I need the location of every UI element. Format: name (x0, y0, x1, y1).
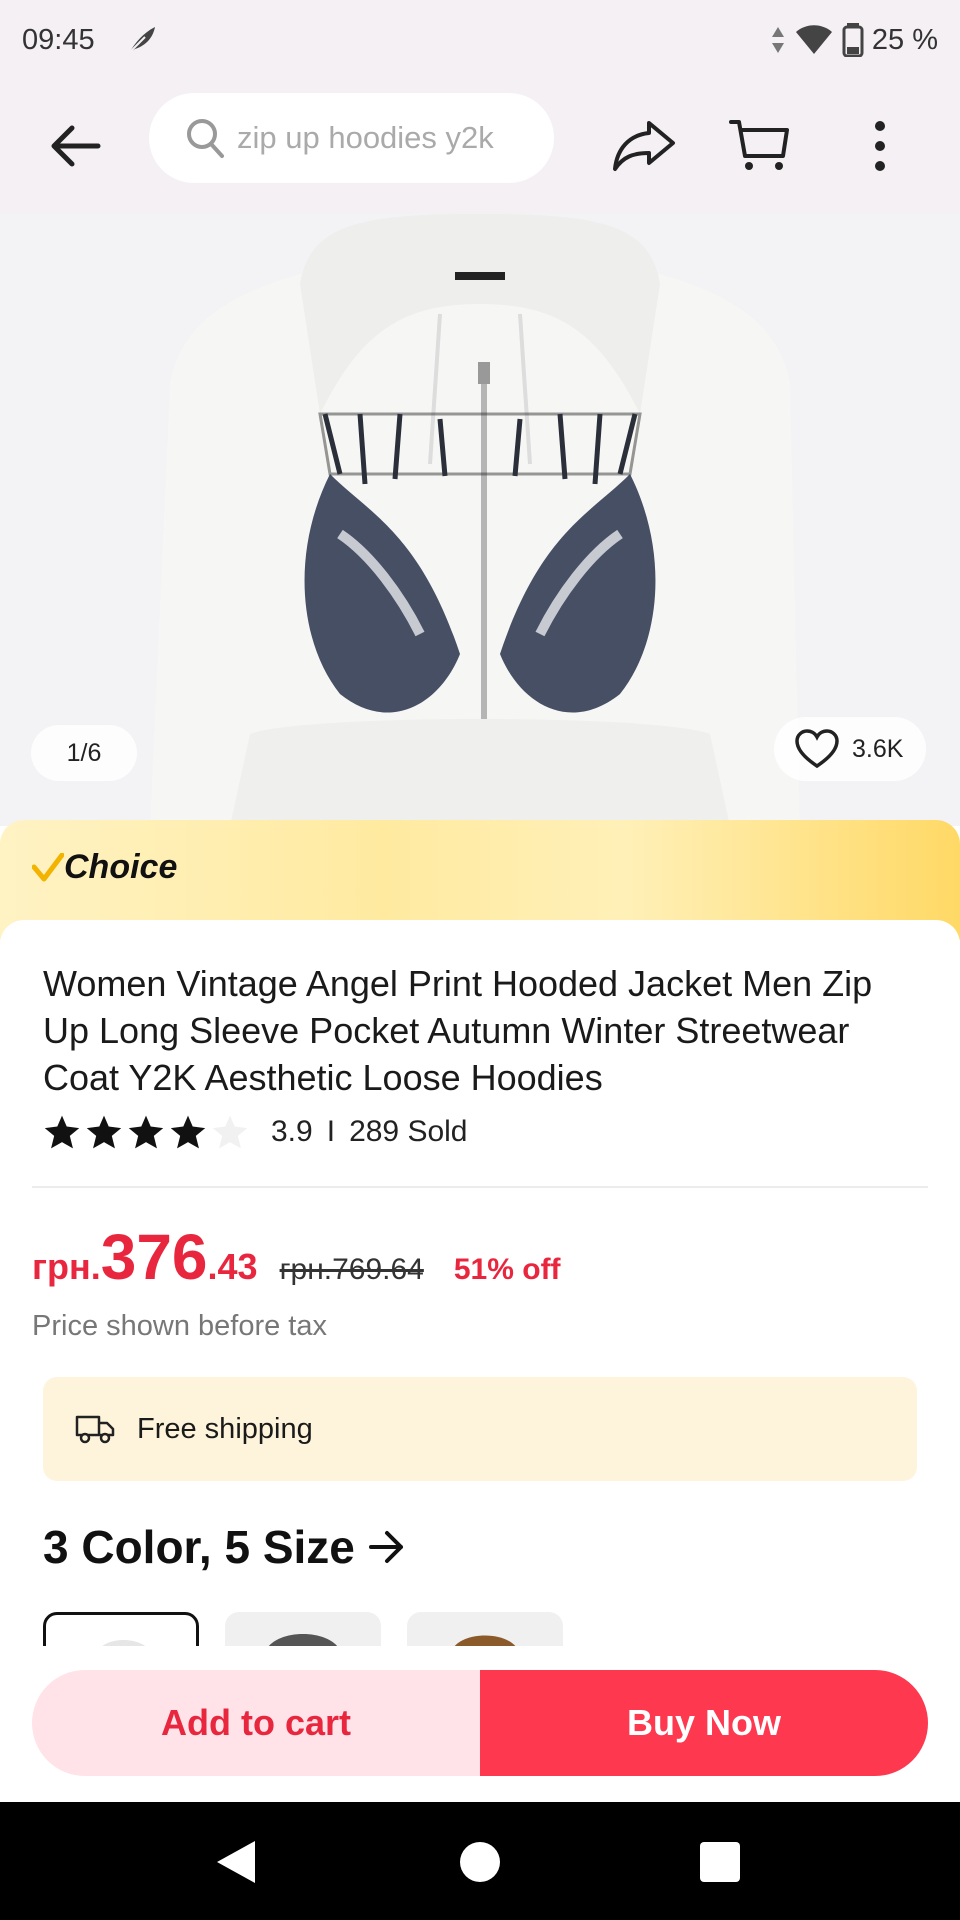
feather-icon (127, 27, 155, 54)
star-icon (44, 1115, 80, 1149)
add-to-cart-button[interactable]: Add to cart (32, 1670, 480, 1776)
checkmark-icon (32, 852, 64, 881)
price-currency: грн. (32, 1246, 101, 1287)
heart-icon (795, 729, 839, 769)
divider (32, 1186, 928, 1188)
star-icon (170, 1115, 206, 1149)
more-menu-button[interactable] (840, 106, 920, 186)
circle-home-icon (460, 1842, 500, 1882)
battery-level: 25 % (871, 23, 938, 56)
triangle-back-icon (217, 1841, 255, 1883)
image-counter: 1/6 (31, 725, 137, 781)
color-swatch-gray[interactable] (225, 1612, 381, 1650)
star-icon (128, 1115, 164, 1149)
product-title: Women Vintage Angel Print Hooded Jacket … (43, 963, 873, 1098)
back-arrow-icon (51, 125, 101, 167)
shipping-label: Free shipping (137, 1412, 313, 1445)
delivery-truck-icon (75, 1415, 115, 1444)
star-rating (43, 1114, 249, 1150)
system-nav-bar (0, 1802, 960, 1920)
color-swatches (43, 1612, 563, 1650)
data-arrows-icon (771, 27, 784, 53)
share-icon (613, 121, 675, 171)
color-swatch-white[interactable] (43, 1612, 199, 1650)
rating-row[interactable]: 3.9 I 289 Sold (43, 1114, 468, 1150)
color-swatch-brown[interactable] (407, 1612, 563, 1650)
search-input[interactable]: zip up hoodies y2k (149, 93, 554, 183)
purchase-actions: Add to cart Buy Now (0, 1646, 960, 1802)
arrow-right-icon (368, 1531, 403, 1563)
price-decimal: .43 (207, 1246, 258, 1287)
tax-note: Price shown before tax (32, 1310, 327, 1342)
star-empty-icon (212, 1115, 248, 1149)
battery-icon (842, 23, 864, 57)
product-details: Women Vintage Angel Print Hooded Jacket … (0, 920, 960, 1650)
buy-now-button[interactable]: Buy Now (480, 1670, 928, 1776)
clock: 09:45 (22, 23, 95, 56)
search-icon (187, 119, 224, 158)
rating-separator: I (326, 1115, 336, 1148)
share-button[interactable] (604, 106, 684, 186)
choice-label: Choice (64, 848, 178, 886)
star-icon (86, 1115, 122, 1149)
price-row: грн. 376 .43 грн.769.64 51% off (32, 1220, 561, 1294)
search-placeholder: zip up hoodies y2k (237, 120, 494, 155)
rating-value: 3.9 (271, 1115, 313, 1148)
nav-back-button[interactable] (200, 1826, 272, 1898)
wishlist-count: 3.6K (852, 734, 904, 763)
hoodie-thumbnail (452, 1635, 518, 1650)
wishlist-button[interactable]: 3.6K (774, 717, 926, 781)
hoodie-thumbnail (98, 1640, 150, 1650)
status-bar: 09:45 25 % (0, 0, 960, 80)
variant-summary: 3 Color, 5 Size (43, 1521, 355, 1573)
original-price: грн.769.64 (279, 1253, 424, 1286)
hoodie-thumbnail (266, 1634, 340, 1650)
nav-recents-button[interactable] (684, 1826, 756, 1898)
sold-count: 289 Sold (349, 1115, 468, 1148)
top-nav: zip up hoodies y2k (0, 80, 960, 214)
variant-selector-header[interactable]: 3 Color, 5 Size (43, 1520, 407, 1574)
price-integer: 376 (100, 1221, 208, 1293)
shipping-info[interactable]: Free shipping (43, 1377, 917, 1481)
cart-icon (729, 120, 789, 170)
back-button[interactable] (36, 106, 116, 186)
cart-button[interactable] (720, 106, 800, 186)
nav-home-button[interactable] (444, 1826, 516, 1898)
square-recents-icon (700, 1842, 740, 1882)
more-vertical-icon (875, 121, 885, 171)
wifi-icon (795, 25, 832, 54)
discount-badge: 51% off (453, 1253, 561, 1286)
